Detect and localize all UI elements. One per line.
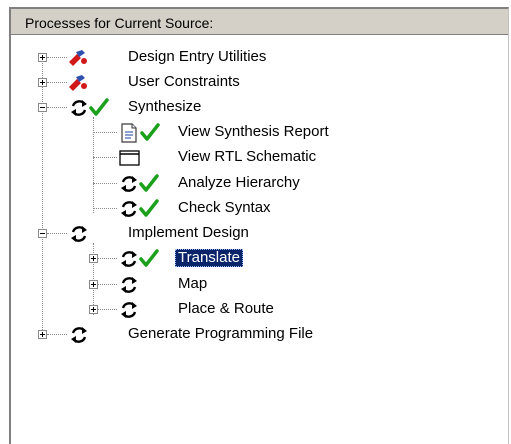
check-mark-icon	[139, 249, 159, 267]
tree-line	[42, 57, 43, 338]
tree-item-label[interactable]: User Constraints	[128, 73, 240, 91]
tools-icon	[69, 50, 87, 66]
tree-item-label[interactable]: Implement Design	[128, 224, 249, 242]
process-tree[interactable]: Design Entry Utilities User Constraints …	[11, 35, 508, 444]
tree-line	[93, 208, 117, 209]
tree-item-label[interactable]: Analyze Hierarchy	[178, 174, 300, 192]
expand-toggle[interactable]	[89, 280, 98, 289]
tree-item-label[interactable]: View Synthesis Report	[178, 123, 329, 141]
check-mark-icon	[139, 199, 159, 217]
check-mark-icon	[140, 123, 160, 141]
processes-panel: Processes for Current Source: Design Ent…	[9, 7, 509, 444]
tree-line	[47, 233, 67, 234]
tree-line	[47, 57, 67, 58]
expand-toggle[interactable]	[38, 53, 47, 62]
tree-line	[47, 107, 67, 108]
tree-item-label-selected[interactable]: Translate	[175, 249, 243, 267]
expand-toggle[interactable]	[89, 305, 98, 314]
expand-toggle[interactable]	[38, 330, 47, 339]
tree-item-label[interactable]: View RTL Schematic	[178, 148, 316, 166]
process-refresh-icon	[121, 201, 137, 217]
tree-line	[93, 183, 117, 184]
check-mark-icon	[139, 174, 159, 192]
collapse-toggle[interactable]	[38, 103, 47, 112]
check-mark-icon	[89, 98, 109, 116]
process-refresh-icon	[121, 302, 137, 318]
report-icon	[121, 123, 137, 143]
process-refresh-icon	[71, 100, 87, 116]
tree-line	[47, 82, 67, 83]
process-refresh-icon	[71, 226, 87, 242]
schematic-window-icon	[119, 150, 140, 166]
process-refresh-icon	[121, 277, 137, 293]
panel-header: Processes for Current Source:	[11, 9, 508, 35]
tree-line	[98, 258, 117, 259]
tree-line	[98, 309, 117, 310]
process-refresh-icon	[121, 251, 137, 267]
expand-toggle[interactable]	[89, 254, 98, 263]
tree-line	[98, 284, 117, 285]
expand-toggle[interactable]	[38, 78, 47, 87]
tree-item-label[interactable]: Synthesize	[128, 98, 201, 116]
tree-line	[93, 132, 117, 133]
tools-icon	[69, 75, 87, 91]
collapse-toggle[interactable]	[38, 229, 47, 238]
tree-item-label[interactable]: Map	[178, 275, 207, 293]
process-refresh-icon	[121, 176, 137, 192]
tree-item-label[interactable]: Check Syntax	[178, 199, 271, 217]
tree-item-label[interactable]: Place & Route	[178, 300, 274, 318]
tree-item-label[interactable]: Design Entry Utilities	[128, 48, 266, 66]
tree-item-label[interactable]: Generate Programming File	[128, 325, 313, 343]
process-refresh-icon	[71, 327, 87, 343]
tree-line	[47, 334, 67, 335]
tree-line	[93, 157, 117, 158]
